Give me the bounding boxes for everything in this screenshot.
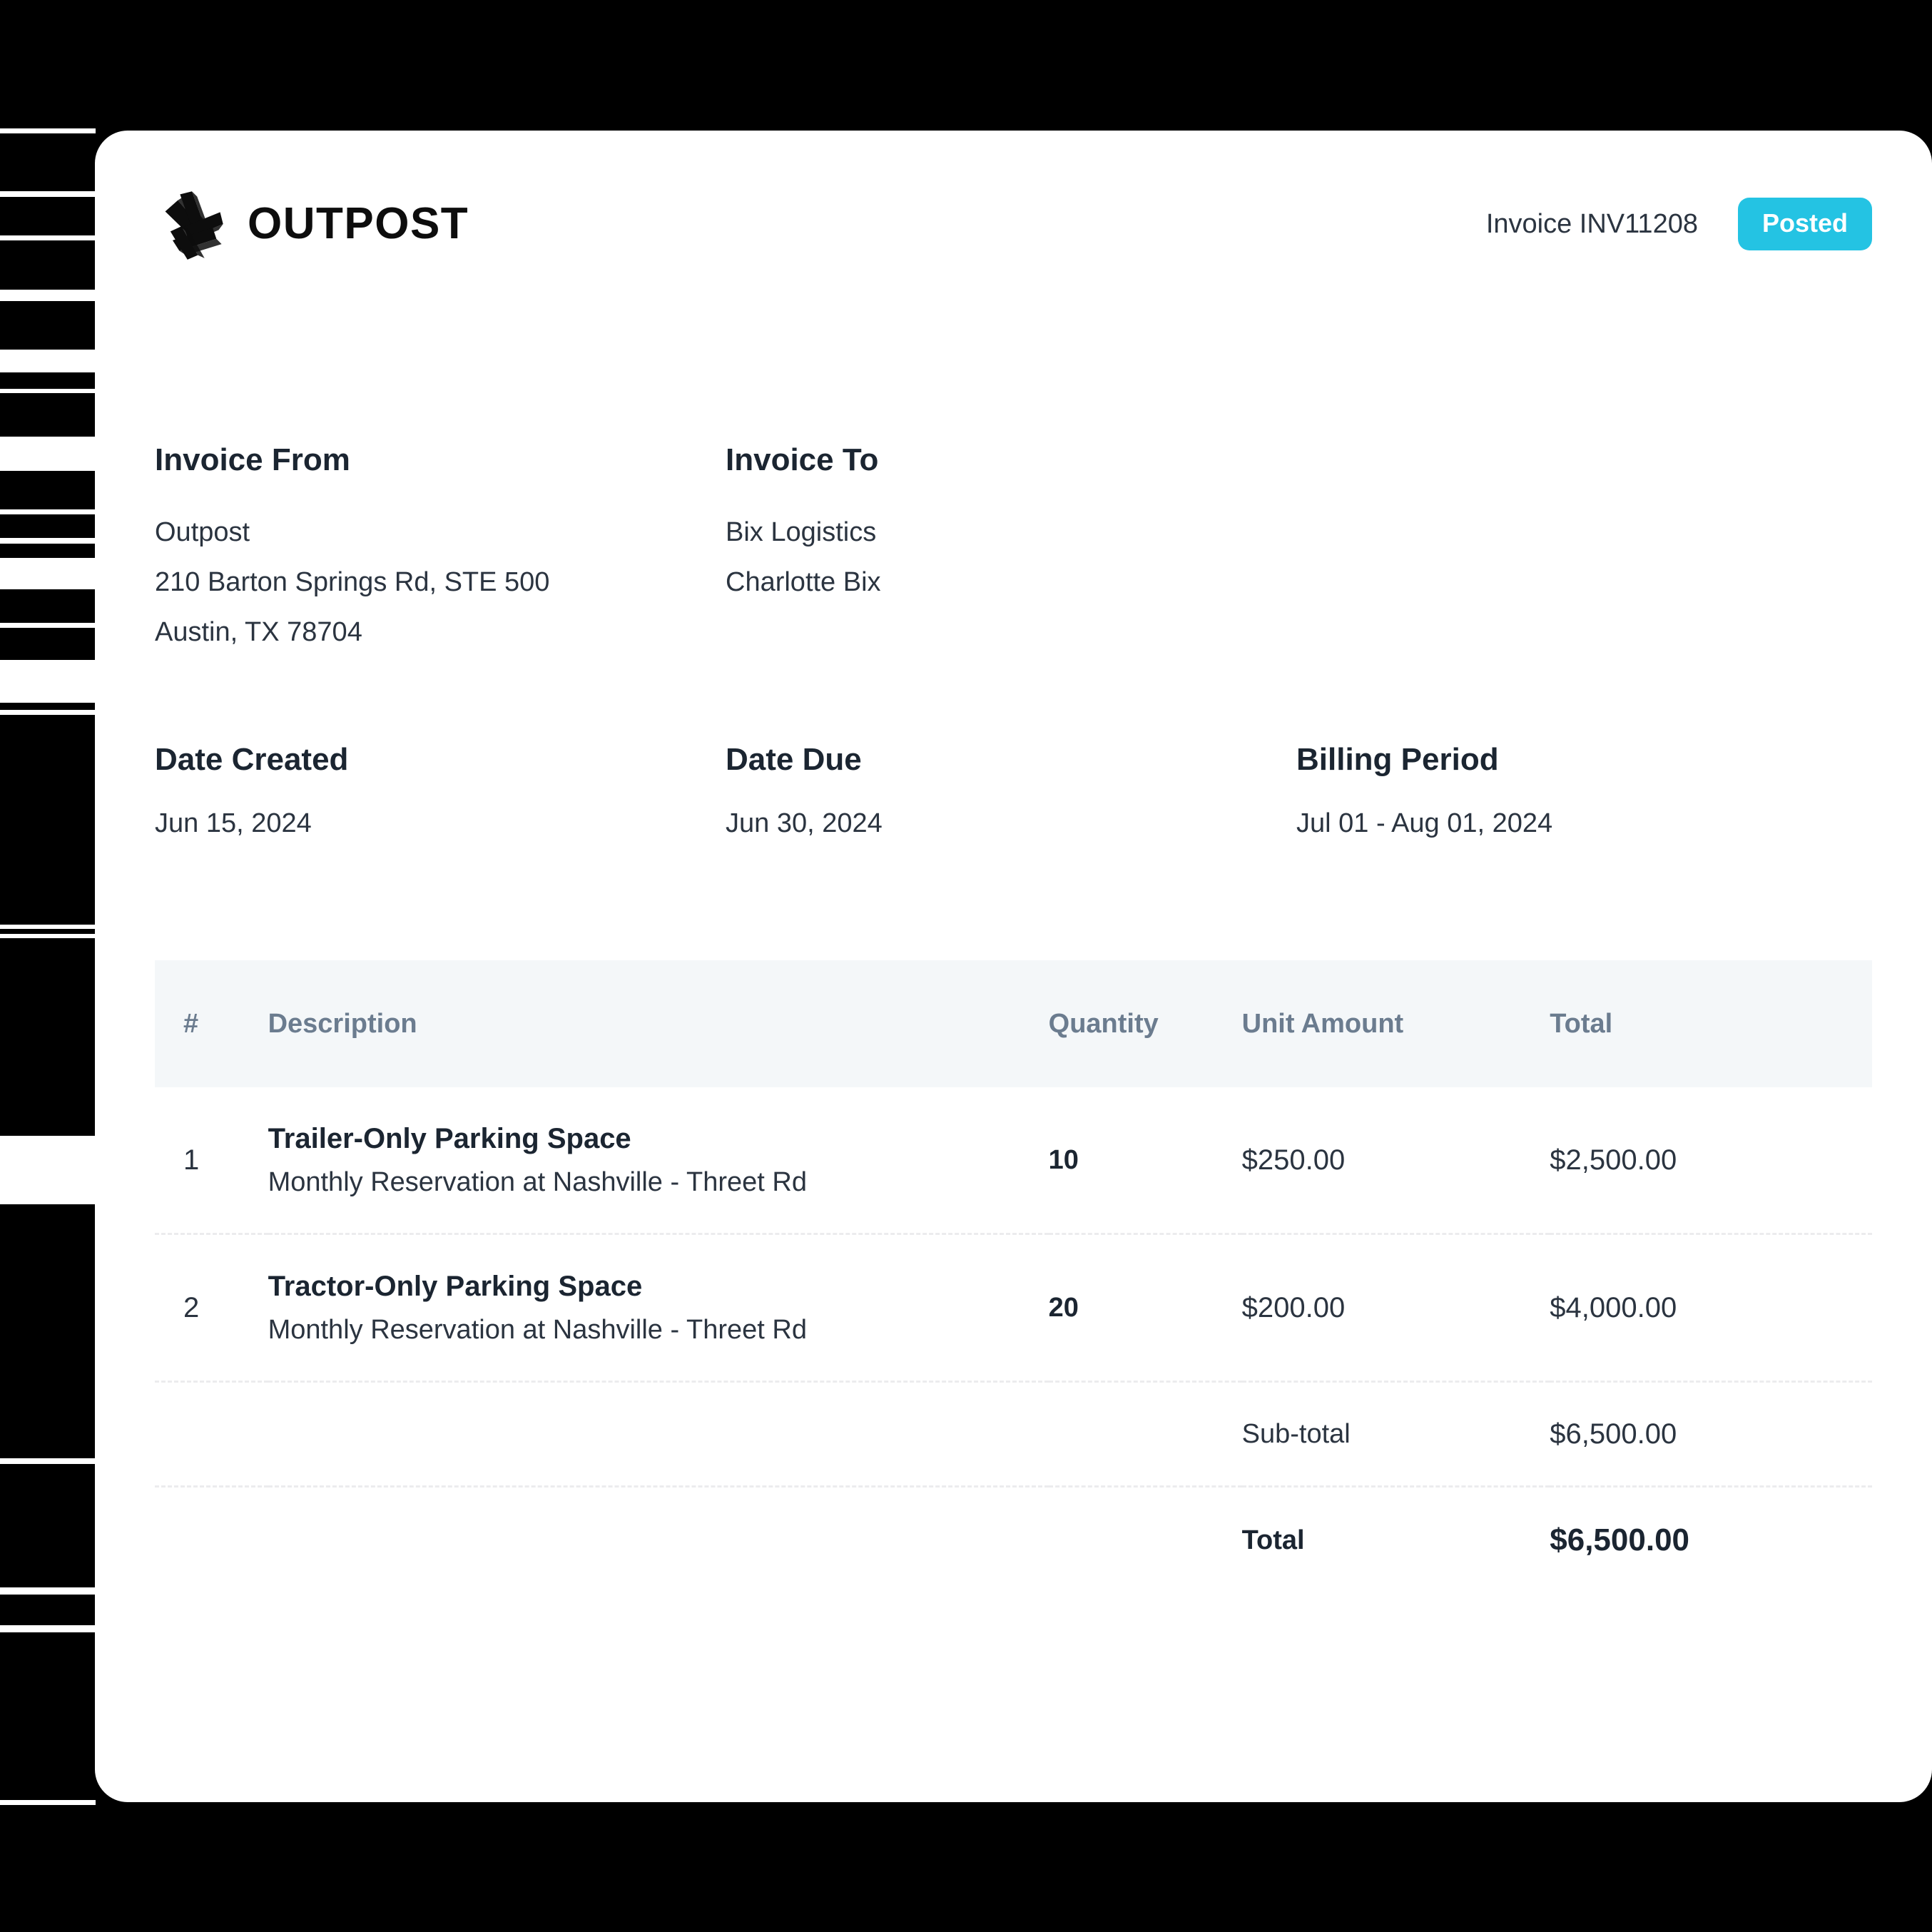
line-items-section: # Description Quantity Unit Amount Total… [155,960,1872,1593]
invoice-card: OUTPOST Invoice INV11208 Posted Invoice … [95,131,1932,1802]
line-items-body: 1 Trailer-Only Parking Space Monthly Res… [155,1087,1872,1593]
barcode-stripe [0,191,96,197]
item-total: $2,500.00 [1550,1144,1677,1176]
subtotal-label-cell: Sub-total [1241,1381,1550,1488]
item-quantity: 10 [1048,1145,1079,1175]
invoice-to-line: Charlotte Bix [726,567,881,597]
billing-period-value: Jul 01 - Aug 01, 2024 [1296,808,1553,838]
barcode-stripe [0,509,96,514]
item-total: $4,000.00 [1550,1292,1677,1323]
item-title: Trailer-Only Parking Space [268,1123,631,1154]
total-label: Total [1241,1525,1305,1555]
table-row: 1 Trailer-Only Parking Space Monthly Res… [155,1087,1872,1235]
table-row: 2 Tractor-Only Parking Space Monthly Res… [155,1234,1872,1383]
header-right: Invoice INV11208 Posted [1486,198,1872,250]
column-header-num: # [183,1009,199,1039]
barcode-stripe [0,623,96,628]
date-due-label: Date Due [726,742,862,777]
total-spacer [268,1487,1049,1594]
item-quantity: 20 [1048,1293,1079,1323]
invoice-to-label: Invoice To [726,442,879,477]
barcode-stripe [0,934,96,938]
barcode-stripe [0,350,96,372]
total-label-cell: Total [1242,1487,1550,1594]
barcode-stripe [0,128,96,133]
item-unit-amount: $250.00 [1241,1144,1346,1176]
total-value: $6,500.00 [1550,1522,1690,1557]
line-items-head: # Description Quantity Unit Amount Total [155,960,1872,1087]
invoice-number: Invoice INV11208 [1485,208,1698,239]
row-total-cell: $2,500.00 [1550,1087,1872,1235]
subtotal-spacer [1048,1381,1242,1488]
row-number-cell: 1 [155,1087,268,1235]
row-total-cell: $4,000.00 [1550,1234,1872,1383]
row-unit-amount-cell: $200.00 [1241,1234,1550,1383]
row-quantity-cell: 20 [1048,1234,1242,1383]
column-header-desc: Description [268,1009,417,1039]
row-description-cell: Trailer-Only Parking Space Monthly Reser… [268,1087,1049,1235]
billing-period-block: Billing Period Jul 01 - Aug 01, 2024 [1296,742,1553,838]
invoice-header: OUTPOST Invoice INV11208 Posted [155,185,1872,263]
column-header-unit: Unit Amount [1241,1009,1404,1039]
date-created-label: Date Created [155,742,349,777]
date-created-value: Jun 15, 2024 [155,808,312,838]
outpost-logo-icon [165,191,223,260]
date-due-value: Jun 30, 2024 [726,808,883,838]
table-header-row: # Description Quantity Unit Amount Total [155,960,1872,1087]
invoice-to-block: Invoice To Bix Logistics Charlotte Bix [726,444,881,657]
barcode-stripe [0,1587,96,1595]
barcode-stripe [0,660,96,703]
line-items-table: # Description Quantity Unit Amount Total… [155,960,1872,1593]
date-due-block: Date Due Jun 30, 2024 [726,742,1296,838]
total-spacer [1049,1487,1242,1594]
subtotal-spacer [155,1381,268,1488]
barcode-stripe [0,558,96,589]
row-description-cell: Tractor-Only Parking Space Monthly Reser… [268,1234,1049,1383]
invoice-from-line: Outpost [155,517,250,547]
subtotal-label: Sub-total [1241,1419,1351,1449]
billing-period-label: Billing Period [1296,742,1499,777]
brand-name: OUTPOST [248,199,469,248]
barcode-strip [0,0,96,1932]
row-number-cell: 2 [155,1234,268,1383]
total-spacer [155,1487,268,1594]
invoice-to-line: Bix Logistics [726,517,877,547]
invoice-from-line: Austin, TX 78704 [155,617,362,647]
item-subtitle: Monthly Reservation at Nashville - Three… [268,1315,807,1345]
subtotal-row: Sub-total $6,500.00 [155,1381,1872,1488]
item-subtitle: Monthly Reservation at Nashville - Three… [268,1167,807,1197]
barcode-stripe [0,925,96,929]
column-header-total: Total [1550,1009,1613,1039]
barcode-stripe [0,710,96,715]
barcode-stripe [0,538,96,544]
row-number: 1 [183,1144,200,1176]
status-badge: Posted [1737,198,1872,250]
barcode-stripe [0,1625,96,1632]
invoice-from-label: Invoice From [155,442,350,477]
barcode-stripe [0,1136,96,1204]
brand: OUTPOST [155,187,469,261]
item-unit-amount: $200.00 [1241,1292,1346,1323]
parties-section: Invoice From Outpost 210 Barton Springs … [155,444,1872,657]
barcode-stripe [0,1800,96,1805]
total-value-cell: $6,500.00 [1550,1487,1872,1594]
invoice-from-line: 210 Barton Springs Rd, STE 500 [155,567,550,597]
subtotal-value-cell: $6,500.00 [1550,1381,1872,1488]
barcode-stripe [0,290,96,301]
subtotal-spacer [268,1381,1049,1488]
invoice-from-block: Invoice From Outpost 210 Barton Springs … [155,444,726,657]
row-quantity-cell: 10 [1048,1087,1242,1235]
barcode-stripe [0,437,96,471]
item-title: Tractor-Only Parking Space [268,1271,643,1302]
barcode-stripe [0,1458,96,1464]
total-row: Total $6,500.00 [155,1487,1872,1594]
subtotal-value: $6,500.00 [1550,1418,1677,1450]
barcode-stripe [0,235,96,240]
row-unit-amount-cell: $250.00 [1241,1087,1550,1235]
column-header-qty: Quantity [1048,1009,1159,1039]
date-created-block: Date Created Jun 15, 2024 [155,742,726,838]
dates-section: Date Created Jun 15, 2024 Date Due Jun 3… [155,742,1872,838]
barcode-stripe [0,389,96,393]
row-number: 2 [183,1292,200,1323]
